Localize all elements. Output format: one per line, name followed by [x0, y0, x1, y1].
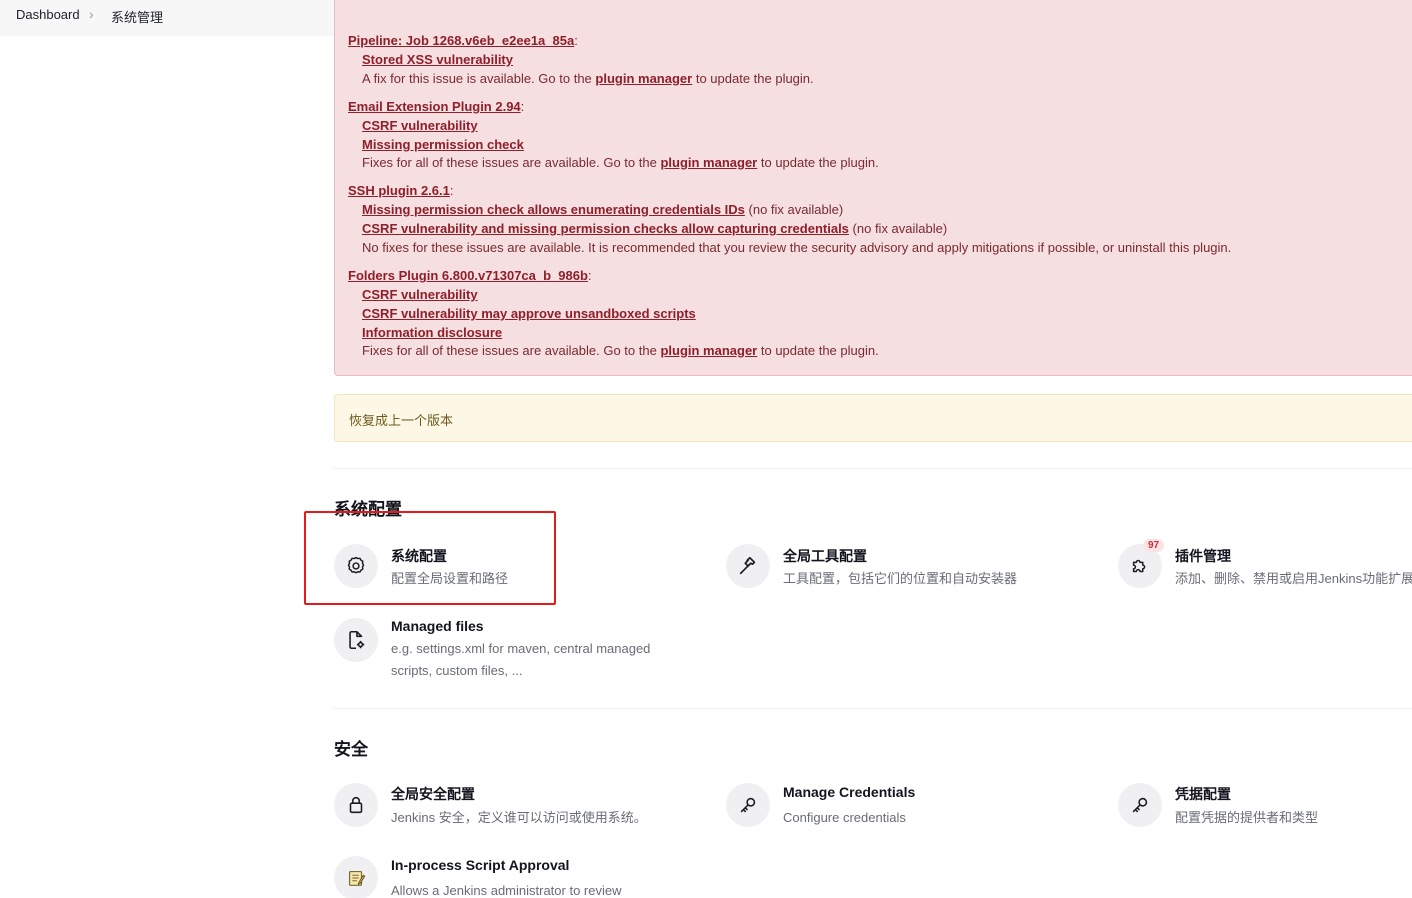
plugin-link-folders[interactable]: Folders Plugin 6.800.v71307ca_b_986b [348, 268, 588, 283]
tile-title: 全局工具配置 [783, 548, 867, 564]
chevron-right-icon: › [89, 6, 94, 22]
tile-description: Configure credentials [783, 810, 906, 825]
warning-pipeline-job: Pipeline: Job 1268.v6eb_e2ee1a_85a: [348, 33, 578, 48]
tile-plugin-manager[interactable]: 插件管理 添加、删除、禁用或启用Jenkins功能扩展 [1118, 544, 1412, 592]
tile-credential-providers[interactable]: 凭据配置 配置凭据的提供者和类型 [1118, 783, 1412, 831]
issue-link[interactable]: Information disclosure [362, 325, 502, 340]
lock-icon [334, 783, 378, 827]
issue-link[interactable]: Missing permission check [362, 137, 524, 152]
plugin-manager-link[interactable]: plugin manager [595, 71, 692, 86]
tile-description: Jenkins 安全，定义谁可以访问或使用系统。 [391, 810, 647, 825]
hammer-icon [726, 544, 770, 588]
warning-folders: Folders Plugin 6.800.v71307ca_b_986b: [348, 268, 592, 283]
tile-title: 凭据配置 [1175, 786, 1231, 802]
file-gear-icon [334, 618, 378, 662]
issue-link[interactable]: CSRF vulnerability and missing permissio… [362, 221, 849, 236]
tile-description: Allows a Jenkins administrator to review [391, 883, 622, 898]
breadcrumb-dashboard[interactable]: Dashboard [16, 7, 80, 22]
warning-ssh: SSH plugin 2.6.1: [348, 183, 454, 198]
tile-script-approval[interactable]: In-process Script Approval Allows a Jenk… [334, 856, 694, 898]
update-count-badge: 97 [1143, 539, 1165, 552]
tile-title: 插件管理 [1175, 548, 1231, 564]
key-icon [726, 783, 770, 827]
issue-link[interactable]: Stored XSS vulnerability [362, 52, 513, 67]
breadcrumb-current[interactable]: 系统管理 [111, 7, 163, 26]
warning-email-ext: Email Extension Plugin 2.94: [348, 99, 525, 114]
tile-description: e.g. settings.xml for maven, central man… [391, 641, 651, 656]
tile-description: 配置凭据的提供者和类型 [1175, 810, 1319, 825]
downgrade-label[interactable]: 恢复成上一个版本 [349, 410, 453, 429]
ssh-no-fix-note: No fixes for these issues are available.… [362, 240, 1232, 255]
tile-title: Manage Credentials [783, 784, 916, 800]
tile-title: In-process Script Approval [391, 857, 570, 873]
section-title-security: 安全 [334, 740, 368, 759]
issue-link[interactable]: CSRF vulnerability [362, 118, 478, 133]
tile-description: 工具配置，包括它们的位置和自动安装器 [783, 571, 1018, 586]
plugin-link-ssh[interactable]: SSH plugin 2.6.1 [348, 183, 450, 198]
tile-global-security[interactable]: 全局安全配置 Jenkins 安全，定义谁可以访问或使用系统。 [334, 783, 674, 831]
tile-title: Managed files [391, 618, 484, 634]
divider [334, 468, 1412, 469]
issue-link[interactable]: Missing permission check allows enumerat… [362, 202, 745, 217]
annotation-highlight-box [304, 511, 556, 605]
downgrade-notice: 恢复成上一个版本 [334, 394, 1412, 442]
notepad-icon [334, 856, 378, 898]
tile-manage-credentials[interactable]: Manage Credentials Configure credentials [726, 783, 1026, 831]
plugin-manager-link[interactable]: plugin manager [660, 343, 757, 358]
plugin-link-pipeline-job[interactable]: Pipeline: Job 1268.v6eb_e2ee1a_85a [348, 33, 574, 48]
plugin-manager-link[interactable]: plugin manager [660, 155, 757, 170]
plugin-link-email-ext[interactable]: Email Extension Plugin 2.94 [348, 99, 521, 114]
tile-description: scripts, custom files, ... [391, 663, 523, 678]
issue-link[interactable]: CSRF vulnerability may approve unsandbox… [362, 306, 696, 321]
tile-global-tools[interactable]: 全局工具配置 工具配置，包括它们的位置和自动安装器 [726, 544, 1066, 592]
divider [334, 708, 1412, 709]
key-icon [1118, 783, 1162, 827]
tile-managed-files[interactable]: Managed files e.g. settings.xml for mave… [334, 618, 694, 684]
tile-description: 添加、删除、禁用或启用Jenkins功能扩展 [1175, 571, 1412, 586]
tile-title: 全局安全配置 [391, 786, 475, 802]
issue-link[interactable]: CSRF vulnerability [362, 287, 478, 302]
